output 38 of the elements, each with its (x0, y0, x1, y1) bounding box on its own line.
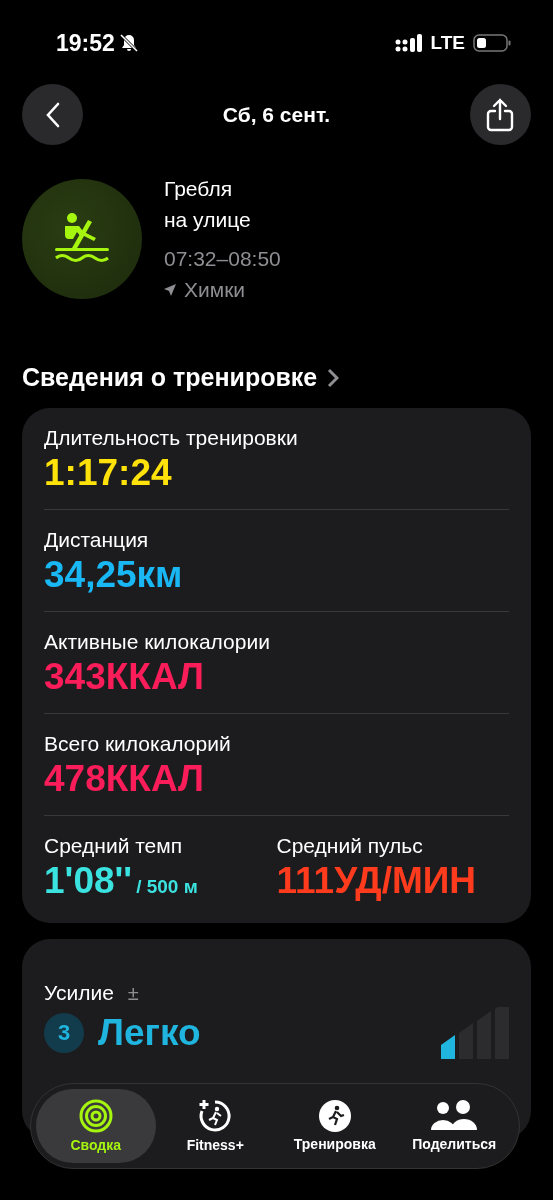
chevron-right-icon (327, 367, 340, 388)
metric-label: Активные килокалории (44, 629, 271, 655)
metric-label: Средний темп (44, 833, 184, 859)
tab[interactable]: Поделиться (394, 1089, 514, 1163)
battery-icon (473, 34, 511, 52)
tab[interactable]: Тренировка (275, 1089, 395, 1163)
date-title: Сб, 6 сент. (222, 102, 331, 127)
metric-value: 1:17:24 (44, 452, 173, 494)
runner-timer-icon (198, 1099, 233, 1133)
effort-score: 3 (44, 1013, 84, 1053)
effort-rating: Легко (98, 1012, 201, 1054)
metric-label: Всего килокалорий (44, 731, 232, 757)
metric-label: Дистанция (44, 527, 150, 553)
metric-label: Длительность тренировки (44, 425, 299, 451)
network-type: LTE (430, 32, 465, 54)
status-time: 19:52 (56, 29, 115, 57)
tab[interactable]: Fitness+ (155, 1089, 275, 1163)
runner-icon (318, 1100, 351, 1132)
adjust-icon[interactable]: ± (127, 981, 139, 1005)
metric-value: 478ККАЛ (44, 758, 206, 800)
metric-value: 1'08''/ 500 м (44, 860, 199, 903)
section-title[interactable]: Сведения о тренировке (22, 363, 318, 392)
location-arrow-icon (164, 283, 176, 296)
chevron-left-icon (44, 101, 61, 128)
workout-title: Гребля на улице (164, 176, 252, 233)
share-icon (485, 97, 516, 132)
signal-icon (394, 34, 423, 52)
metric-value: 111УД/МИН (276, 860, 478, 902)
muted-bell-icon (118, 33, 139, 53)
tab[interactable]: Сводка (36, 1089, 156, 1163)
effort-label: Усилие (44, 980, 114, 1006)
metric-value: 343ККАЛ (44, 656, 206, 698)
time-range: 07:32–08:50 (164, 246, 281, 272)
location: Химки (184, 277, 246, 303)
rings-icon (78, 1099, 113, 1133)
metric-value: 34,25км (44, 554, 184, 596)
metric-label: Средний пульс (276, 833, 424, 859)
people-icon (431, 1100, 478, 1132)
